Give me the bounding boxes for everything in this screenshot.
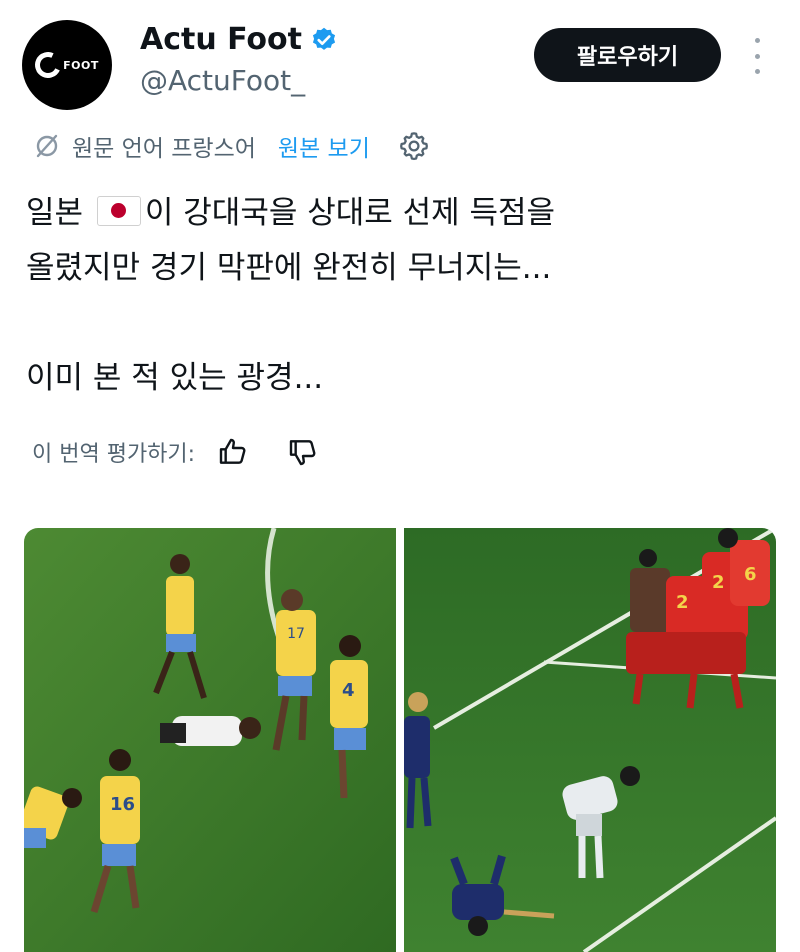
media-photo-right[interactable]: 2 2 6	[404, 528, 776, 952]
jersey-number: 4	[342, 680, 355, 701]
translate-icon	[36, 134, 58, 158]
avatar[interactable]: FOOT	[22, 20, 112, 110]
jersey-number: 2	[676, 592, 689, 613]
tweet-line3: 이미 본 적 있는 광경...	[26, 360, 324, 396]
rate-translation-row: 이 번역 평가하기:	[32, 434, 321, 470]
follow-button[interactable]: 팔로우하기	[534, 28, 721, 82]
verified-badge-icon	[312, 27, 336, 50]
jersey-number: 2	[712, 572, 725, 593]
jersey-number: 6	[744, 564, 757, 585]
account-name[interactable]: Actu Foot	[140, 22, 302, 57]
avatar-logo-text: FOOT	[63, 58, 99, 72]
jersey-number: 17	[287, 626, 305, 642]
thumbs-down-icon[interactable]	[285, 434, 321, 470]
translation-source-label: 원문 언어 프랑스어	[72, 136, 256, 162]
account-name-row[interactable]: Actu Foot	[140, 22, 338, 57]
gear-icon[interactable]	[398, 130, 430, 162]
account-handle[interactable]: @ActuFoot_	[140, 64, 305, 97]
media-photo-left[interactable]: 17 4 16	[24, 528, 396, 952]
thumbs-up-icon[interactable]	[215, 434, 251, 470]
tweet-line2: 올렸지만 경기 막판에 완전히 무너지는...	[26, 250, 552, 286]
tweet-line1-start: 일본	[26, 195, 84, 231]
tweet-line1-end: 이 강대국을 상대로 선제 득점을	[144, 195, 556, 231]
japan-flag-icon	[96, 196, 141, 226]
jersey-number: 16	[110, 794, 135, 815]
rate-translation-label: 이 번역 평가하기:	[32, 442, 196, 467]
tweet-text: 일본 이 강대국을 상대로 선제 득점을 올렸지만 경기 막판에 완전히 무너지…	[26, 186, 555, 406]
logo-icon	[31, 48, 65, 82]
more-options-icon[interactable]	[748, 38, 766, 74]
translation-row: 원문 언어 프랑스어 원본 보기	[32, 128, 430, 164]
view-original-link[interactable]: 원본 보기	[278, 129, 370, 163]
